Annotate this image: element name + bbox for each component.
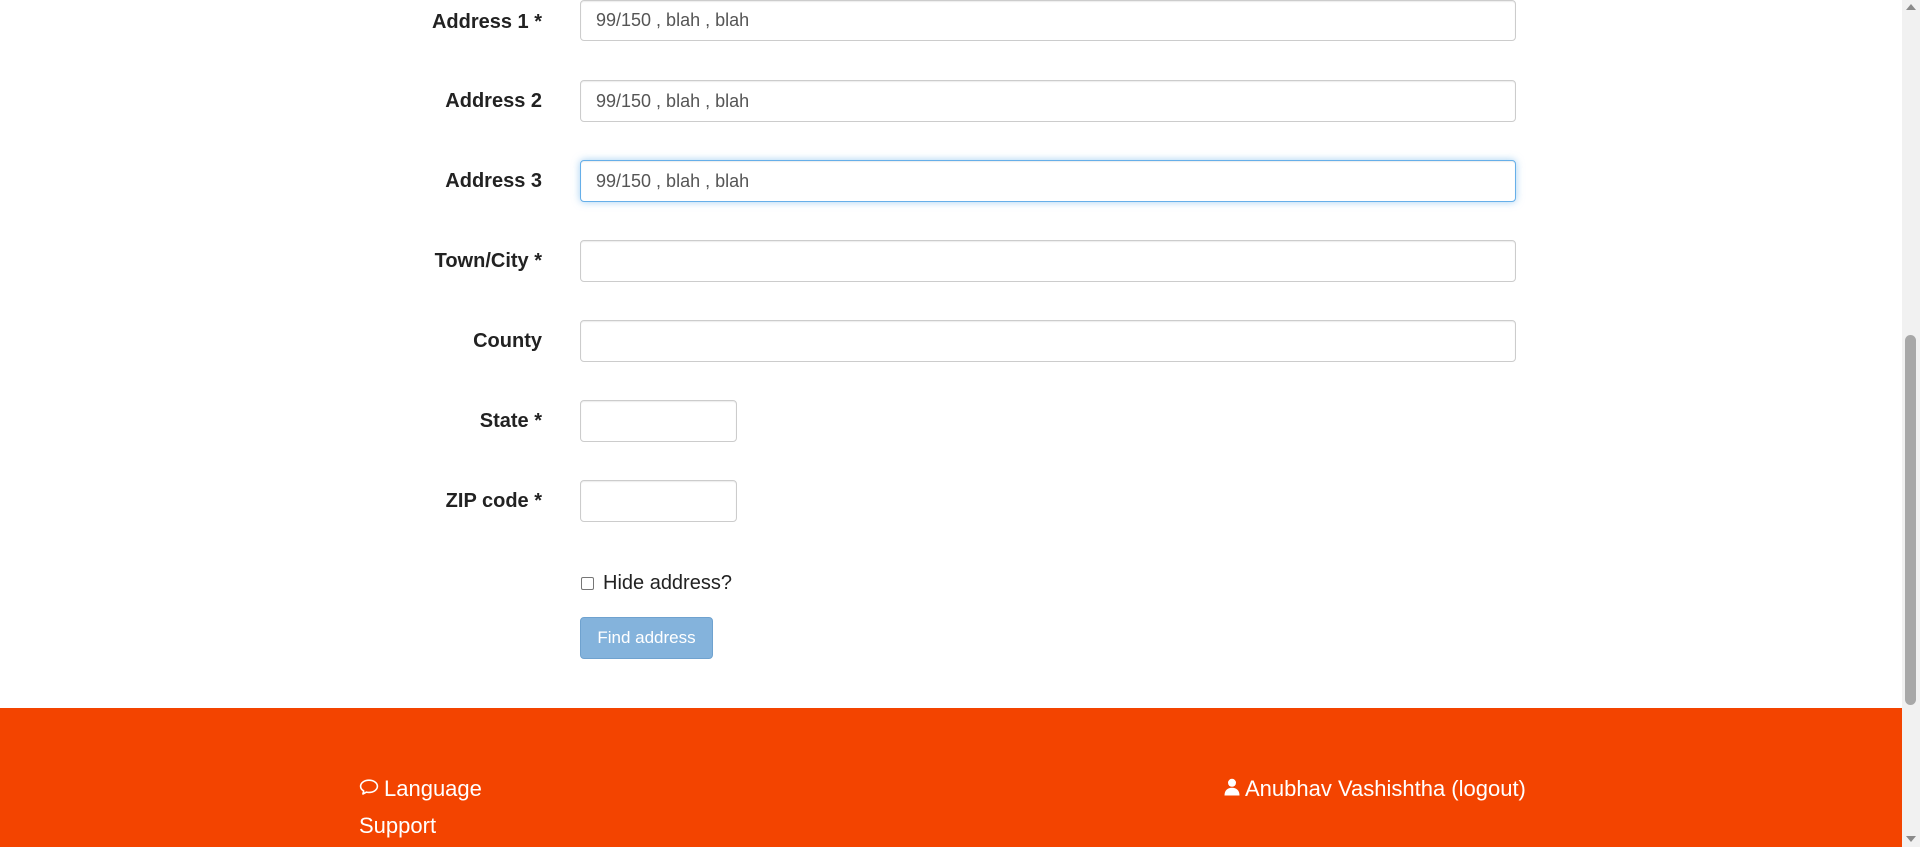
address1-label: Address 1 * bbox=[431, 11, 542, 33]
address3-row: Address 3 bbox=[0, 160, 1902, 202]
scroll-down-arrow-icon[interactable] bbox=[1906, 836, 1916, 842]
user-icon bbox=[1224, 776, 1245, 802]
state-input[interactable] bbox=[580, 400, 737, 442]
vertical-scrollbar[interactable] bbox=[1902, 0, 1920, 847]
address3-input[interactable] bbox=[580, 160, 1516, 202]
hide-address-option[interactable]: Hide address? bbox=[580, 570, 732, 596]
hide-address-checkbox[interactable] bbox=[581, 576, 594, 590]
address2-label: Address 2 bbox=[445, 90, 542, 112]
speech-bubble-icon bbox=[359, 776, 384, 802]
footer: Language Support Anubhav Vashishtha (log… bbox=[0, 708, 1902, 847]
state-label: State * bbox=[479, 410, 542, 432]
address2-input[interactable] bbox=[580, 80, 1516, 122]
find-address-button[interactable]: Find address bbox=[580, 617, 713, 659]
scroll-up-arrow-icon[interactable] bbox=[1906, 4, 1916, 10]
page: Address 1 * Address 2 Address 3 Town/Cit… bbox=[0, 0, 1902, 847]
user-logout-label[interactable]: Anubhav Vashishtha (logout) bbox=[1245, 776, 1526, 802]
county-input[interactable] bbox=[580, 320, 1516, 362]
address1-input[interactable] bbox=[580, 0, 1516, 41]
town-city-input[interactable] bbox=[580, 240, 1516, 282]
county-label: County bbox=[473, 330, 542, 352]
support-label[interactable]: Support bbox=[359, 813, 436, 839]
scrollbar-thumb[interactable] bbox=[1905, 335, 1916, 705]
state-row: State * bbox=[0, 400, 1902, 442]
zip-code-row: ZIP code * bbox=[0, 480, 1902, 522]
zip-code-label: ZIP code * bbox=[445, 490, 542, 512]
hide-address-label[interactable]: Hide address? bbox=[603, 572, 732, 595]
language-link[interactable]: Language bbox=[359, 776, 482, 802]
address2-row: Address 2 bbox=[0, 80, 1902, 122]
language-label[interactable]: Language bbox=[384, 776, 482, 802]
zip-code-input[interactable] bbox=[580, 480, 737, 522]
user-logout-link[interactable]: Anubhav Vashishtha (logout) bbox=[1224, 776, 1526, 802]
county-row: County bbox=[0, 320, 1902, 362]
support-link[interactable]: Support bbox=[359, 813, 436, 839]
address3-label: Address 3 bbox=[445, 170, 542, 192]
address1-row: Address 1 * bbox=[0, 0, 1902, 42]
town-city-label: Town/City * bbox=[434, 250, 542, 272]
town-city-row: Town/City * bbox=[0, 240, 1902, 282]
